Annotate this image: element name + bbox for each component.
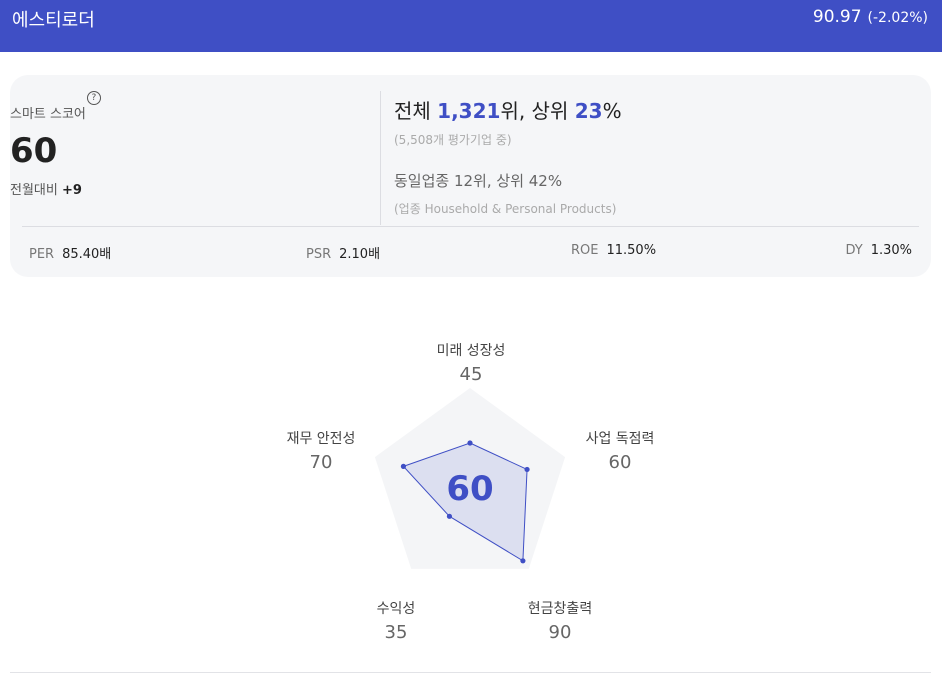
metric-label: ROE xyxy=(571,243,599,258)
metric-dy: DY 1.30% xyxy=(845,243,912,258)
radar-point xyxy=(400,463,407,469)
radar-point xyxy=(520,558,526,564)
score-change-label: 전월대비 xyxy=(10,183,58,198)
score-card: 스마트 스코어? 60 전월대비 +9 전체 1,321위, 상위 23% (5… xyxy=(10,75,931,277)
axis-label-cashflow: 현금창출력 xyxy=(527,601,593,617)
radar-point xyxy=(467,440,473,446)
overall-rank-suffix: % xyxy=(602,99,622,123)
axis-label-growth: 미래 성장성 xyxy=(436,343,506,359)
axis-label-stability: 재무 안전성 xyxy=(286,431,356,447)
metric-value: 11.50% xyxy=(606,243,657,258)
overall-rank-percent: 23 xyxy=(574,99,603,123)
overall-rank: 전체 1,321위, 상위 23% xyxy=(394,95,622,124)
horizontal-divider xyxy=(22,226,919,227)
overall-rank-prefix: 전체 xyxy=(394,99,438,123)
vertical-divider xyxy=(380,91,381,225)
question-circle-icon[interactable]: ? xyxy=(86,91,101,105)
stock-header: 에스티로더 90.97 (-2.02%) xyxy=(0,0,942,52)
price-display: 90.97 (-2.02%) xyxy=(813,7,928,27)
metric-psr: PSR 2.10배 xyxy=(306,243,380,262)
metric-roe: ROE 11.50% xyxy=(571,243,656,258)
metric-label: PER xyxy=(29,247,55,262)
smart-score-label: 스마트 스코어? xyxy=(10,91,392,122)
axis-value-moat: 60 xyxy=(608,452,632,473)
metric-per: PER 85.40배 xyxy=(29,243,111,262)
overall-rank-mid: 위, 상위 xyxy=(500,99,575,123)
bottom-divider xyxy=(10,672,931,673)
price-change: (-2.02%) xyxy=(867,10,928,26)
smart-score-value: 60 xyxy=(10,131,58,171)
industry-rank: 동일업종 12위, 상위 42% xyxy=(394,172,563,190)
metric-value: 1.30% xyxy=(870,243,912,258)
axis-label-moat: 사업 독점력 xyxy=(585,431,655,447)
metric-label: DY xyxy=(845,243,863,258)
company-name: 에스티로더 xyxy=(12,10,95,31)
radar-point xyxy=(524,466,530,473)
score-change-value: +9 xyxy=(61,183,82,198)
overall-rank-number: 1,321 xyxy=(437,99,501,123)
metric-value: 2.10배 xyxy=(339,247,381,262)
score-change: 전월대비 +9 xyxy=(10,179,392,198)
radar-center-score: 60 xyxy=(446,469,493,509)
axis-value-growth: 45 xyxy=(459,364,483,385)
metric-value: 85.40배 xyxy=(62,247,112,262)
industry-note: (업종 Household & Personal Products) xyxy=(394,202,617,216)
axis-value-stability: 70 xyxy=(309,452,333,473)
radar-point xyxy=(446,513,453,519)
axis-value-cashflow: 90 xyxy=(548,622,572,643)
current-price: 90.97 xyxy=(812,7,862,27)
axis-label-profitability: 수익성 xyxy=(376,601,416,617)
smart-score-title: 스마트 스코어 xyxy=(10,107,86,122)
axis-value-profitability: 35 xyxy=(384,622,408,643)
overall-rank-note: (5,508개 평가기업 중) xyxy=(394,133,512,147)
metric-label: PSR xyxy=(306,247,332,262)
score-radar: 60 미래 성장성 45 사업 독점력 60 현금창출력 90 수익성 35 재… xyxy=(250,330,690,650)
